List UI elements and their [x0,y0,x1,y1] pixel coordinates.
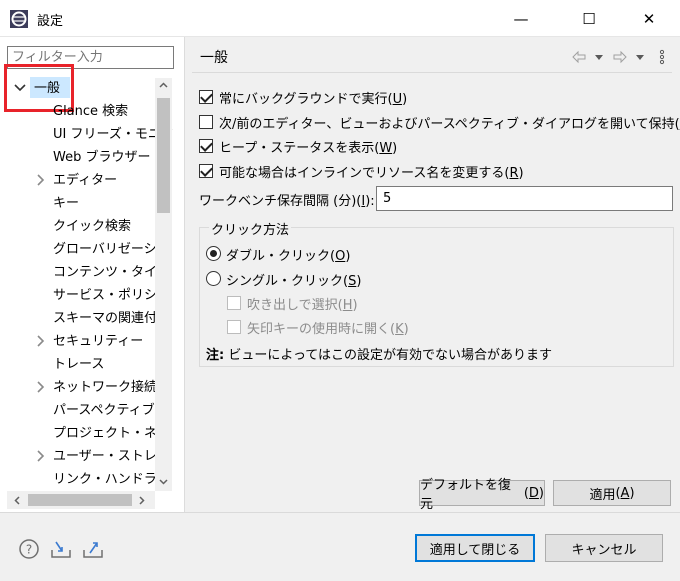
tree-item-label: エディター [53,173,118,188]
single-click-radio[interactable] [206,271,221,286]
tree-item-label: グローバリゼーショ [53,242,170,257]
save-interval-label: ワークベンチ保存間隔 (分)(I): [199,194,375,209]
close-button[interactable]: ✕ [626,0,672,37]
view-menu-kebab-icon[interactable] [658,49,666,65]
hover-select-label: 吹き出しで選択(H) [247,298,358,313]
chevron-right-icon[interactable] [34,334,48,348]
tree-item[interactable]: クイック検索 [0,215,155,238]
scroll-left-arrow-icon[interactable] [12,495,22,506]
tree-item[interactable]: 一般 [0,77,155,100]
tree-item-label: サービス・ポリシー [53,288,171,303]
forward-arrow-icon[interactable] [613,49,627,65]
arrow-key-open-label: 矢印キーの使用時に開く(K) [247,322,409,337]
double-click-label[interactable]: ダブル・クリック(O) [226,245,350,264]
tree-item-label: Web ブラウザー [53,150,151,165]
show-heap-status-label[interactable]: ヒープ・ステータスを表示(W) [219,137,397,156]
forward-menu-chevron-icon[interactable] [635,49,645,65]
tree-item-label: Glance 検索 [53,104,129,119]
tree-item[interactable]: スキーマの関連付 [0,307,158,330]
tree-item[interactable]: ユーザー・ストレー [0,445,170,468]
chevron-right-icon[interactable] [34,449,48,463]
back-menu-chevron-icon[interactable] [594,49,604,65]
tree-item[interactable]: キー [0,192,155,215]
tree-item[interactable]: Glance 検索 [0,100,155,123]
scroll-up-arrow-icon[interactable] [158,80,169,91]
tree-item-label: ユーザー・ストレー [53,449,170,464]
tree-item[interactable]: パースペクティブ [0,399,155,422]
tree-item[interactable]: トレース [0,353,155,376]
minimize-button[interactable]: — [498,0,544,37]
apply-and-close-button[interactable]: 適用して閉じる [415,534,535,562]
chevron-right-icon[interactable] [34,380,48,394]
tree-item[interactable]: グローバリゼーショ [0,238,170,261]
cancel-button[interactable]: キャンセル [545,534,663,562]
tree-item[interactable]: セキュリティー [0,330,155,353]
tree-item[interactable]: Web ブラウザー [0,146,155,169]
run-in-background-label[interactable]: 常にバックグラウンドで実行(U) [219,88,407,107]
tree-item[interactable]: プロジェクト・ネー [0,422,170,445]
tree-item[interactable]: エディター [0,169,155,192]
tree-item-label: プロジェクト・ネー [53,426,171,441]
tree-item-label: リンク・ハンドラー [53,472,170,487]
header-divider [192,72,672,73]
tree-item-label: トレース [53,357,105,372]
tree-item-label: コンテンツ・タイプ [53,265,171,280]
tree-item[interactable]: ネットワーク接続 [0,376,158,399]
keep-dialog-open-checkbox[interactable] [199,115,213,129]
page-title: 一般 [200,50,228,66]
tree-item[interactable]: UI フリーズ・モニタ [0,123,174,146]
restore-defaults-button[interactable]: デフォルトを復元(D) [419,478,545,512]
tree-item-label: 一般 [34,81,61,96]
show-heap-status-checkbox[interactable] [199,139,213,153]
keep-dialog-open-label[interactable]: 次/前のエディター、ビューおよびパースペクティブ・ダイアログを開いて保持(N) [219,113,680,132]
inline-rename-label[interactable]: 可能な場合はインラインでリソース名を変更する(R) [219,162,524,181]
tree-horizontal-scroll-thumb[interactable] [28,494,132,506]
tree-item-label: セキュリティー [53,334,144,349]
eclipse-app-icon [10,10,28,28]
help-icon[interactable]: ? [18,538,40,560]
export-preferences-icon[interactable] [82,538,104,560]
run-in-background-checkbox[interactable] [199,90,213,104]
tree-item-label: キー [53,196,80,211]
tree-item-label: ネットワーク接続 [53,380,158,395]
window-title: 設定 [37,14,64,29]
tree-item[interactable]: コンテンツ・タイプ [0,261,170,284]
maximize-button[interactable]: ☐ [566,0,612,37]
import-preferences-icon[interactable] [50,538,72,560]
click-method-group-title: クリック方法 [209,219,292,238]
tree-vertical-scroll-thumb[interactable] [157,98,170,213]
chevron-down-icon[interactable] [13,81,27,95]
inline-rename-checkbox[interactable] [199,164,213,178]
apply-button[interactable]: 適用(A) [553,480,671,506]
single-click-label[interactable]: シングル・クリック(S) [226,270,361,289]
double-click-radio[interactable] [206,246,221,261]
chevron-right-icon[interactable] [34,173,48,187]
tree-item[interactable]: リンク・ハンドラー [0,468,170,491]
click-method-note: 注: ビューによってはこの設定が有効でない場合があります [206,348,553,363]
scroll-down-arrow-icon[interactable] [158,476,169,487]
tree-item-label: クイック検索 [53,219,132,234]
scroll-right-arrow-icon[interactable] [137,495,147,506]
arrow-key-open-checkbox[interactable] [227,320,241,334]
save-interval-input[interactable] [376,186,673,211]
svg-text:?: ? [26,543,32,557]
tree-item-label: スキーマの関連付 [53,311,158,326]
tree-item-label: パースペクティブ [53,403,155,418]
back-arrow-icon[interactable] [572,49,586,65]
tree-item[interactable]: サービス・ポリシー [0,284,170,307]
hover-select-checkbox[interactable] [227,296,241,310]
footer-divider [0,512,680,513]
